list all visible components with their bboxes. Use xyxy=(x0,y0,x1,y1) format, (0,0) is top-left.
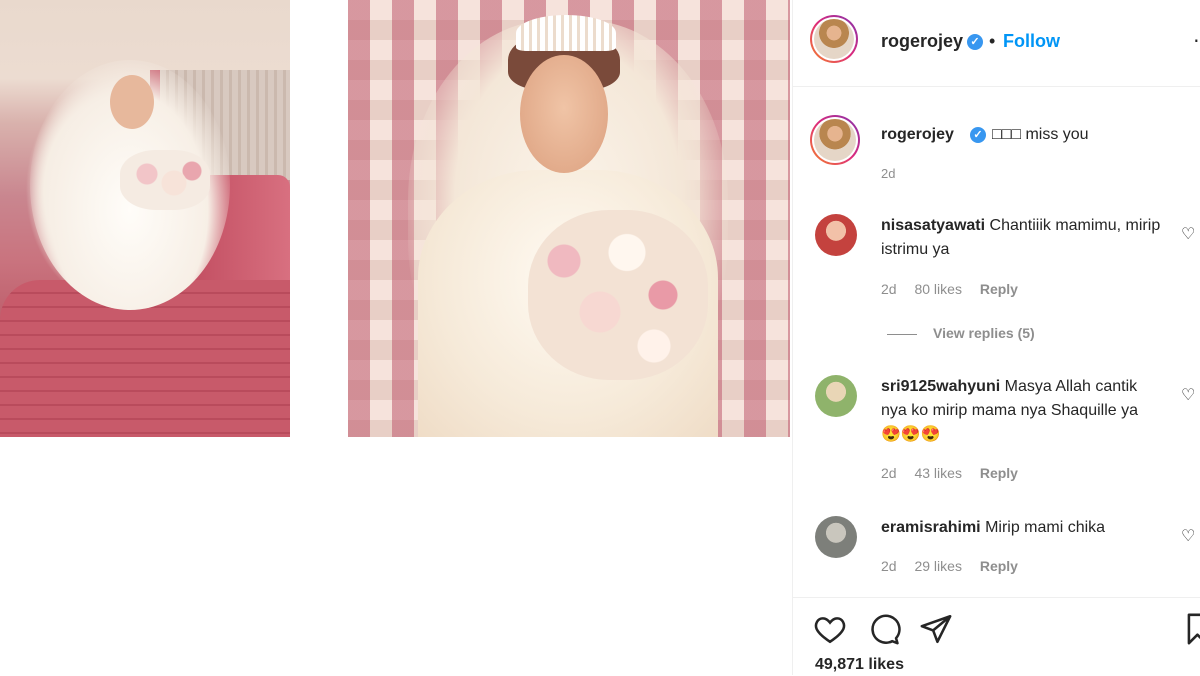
comment-time[interactable]: 2d xyxy=(881,465,897,481)
follow-button[interactable]: Follow xyxy=(1003,31,1060,52)
verified-badge-icon: ✓ xyxy=(970,127,986,143)
comment-username[interactable]: eramisrahimi xyxy=(881,519,981,536)
comment-username[interactable]: nisasatyawati xyxy=(881,217,985,234)
share-icon[interactable] xyxy=(919,612,953,646)
comment-avatar[interactable] xyxy=(815,516,857,558)
comment-like-heart-icon[interactable]: ♡ xyxy=(1181,224,1199,242)
comment-meta: 2d 29 likes Reply xyxy=(881,558,1032,574)
caption-username[interactable]: rogerojey xyxy=(881,126,954,144)
post-actions-bar: 49,871 likes xyxy=(793,597,1200,676)
comment: sri9125wahyuni Masya Allah cantik nya ko… xyxy=(881,375,1161,447)
author-username[interactable]: rogerojey xyxy=(881,31,963,52)
wedding-photo-left[interactable] xyxy=(0,0,290,437)
divider-line xyxy=(887,333,917,335)
comment: eramisrahimi Mirip mami chika xyxy=(881,516,1161,540)
view-replies-button[interactable]: View replies (5) xyxy=(887,325,1035,341)
reply-button[interactable]: Reply xyxy=(980,465,1018,481)
comment-body: Mirip mami chika xyxy=(985,519,1106,536)
reply-button[interactable]: Reply xyxy=(980,281,1018,297)
comment-time[interactable]: 2d xyxy=(881,281,897,297)
comment-like-heart-icon[interactable]: ♡ xyxy=(1181,385,1199,403)
caption-text: □□□ miss you xyxy=(992,126,1089,143)
comment-meta: 2d 80 likes Reply xyxy=(881,281,1032,297)
post-sidebar: rogerojey ✓ • Follow ⋯ rogerojey ✓ □□□ m… xyxy=(792,0,1200,675)
verified-badge-icon: ✓ xyxy=(967,34,983,50)
separator-dot: • xyxy=(989,31,996,51)
comment-likes[interactable]: 29 likes xyxy=(914,558,961,574)
likes-count[interactable]: 49,871 likes xyxy=(815,656,904,674)
bouquet xyxy=(120,150,210,210)
view-replies-label: View replies (5) xyxy=(933,325,1035,341)
author-avatar[interactable] xyxy=(810,15,858,63)
bride-headpiece xyxy=(516,15,616,51)
caption-timestamp[interactable]: 2d xyxy=(881,166,895,181)
comment-avatar[interactable] xyxy=(815,214,857,256)
comment-likes[interactable]: 80 likes xyxy=(914,281,961,297)
bride-face xyxy=(520,55,608,173)
reply-button[interactable]: Reply xyxy=(980,558,1018,574)
comment-avatar[interactable] xyxy=(815,375,857,417)
post-header: rogerojey ✓ • Follow ⋯ xyxy=(793,0,1200,87)
comment-like-heart-icon[interactable]: ♡ xyxy=(1181,526,1199,544)
comment-meta: 2d 43 likes Reply xyxy=(881,465,1032,481)
bouquet xyxy=(528,210,708,380)
comment-time[interactable]: 2d xyxy=(881,558,897,574)
bookmark-icon[interactable] xyxy=(1185,612,1200,646)
comment-icon[interactable] xyxy=(867,612,901,646)
wedding-photo-right[interactable] xyxy=(348,0,790,437)
comment: nisasatyawati Chantiiik mamimu, mirip is… xyxy=(881,214,1161,262)
caption-author-avatar[interactable] xyxy=(810,115,860,165)
bride-face xyxy=(110,75,154,129)
heart-icon[interactable] xyxy=(813,612,847,646)
comment-likes[interactable]: 43 likes xyxy=(914,465,961,481)
comment-username[interactable]: sri9125wahyuni xyxy=(881,378,1000,395)
more-options-icon[interactable]: ⋯ xyxy=(1193,28,1200,53)
